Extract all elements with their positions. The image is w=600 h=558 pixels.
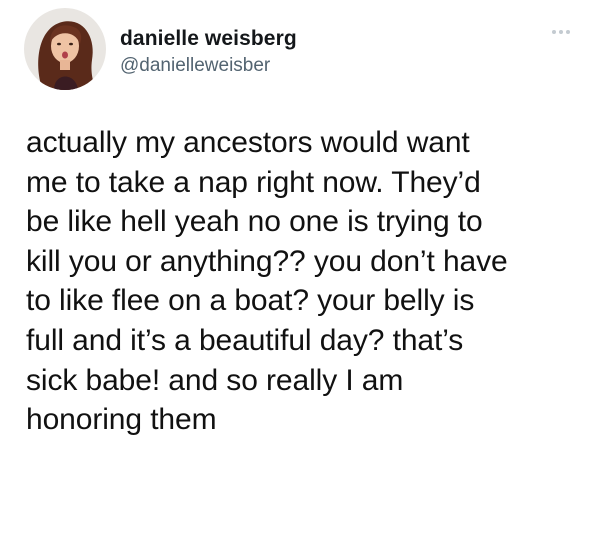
dot <box>559 30 563 34</box>
tweet-text: actually my ancestors would want me to t… <box>26 123 586 440</box>
avatar[interactable] <box>24 8 106 90</box>
tweet-text-line: kill you or anything?? you don’t have <box>26 244 508 278</box>
profile-photo-avatar-icon <box>24 8 106 90</box>
dot <box>552 30 556 34</box>
tweet-text-line: honoring them <box>26 403 217 437</box>
tweet-text-line: actually my ancestors would want <box>26 126 470 159</box>
author-handle[interactable]: @danielleweisber <box>120 53 297 79</box>
author-names: danielle weisberg @danielleweisber <box>120 25 297 79</box>
tweet-card: danielle weisberg @danielleweisber actua… <box>0 0 600 558</box>
dot <box>566 30 570 34</box>
tweet-text-line: be like hell yeah no one is trying to <box>26 205 483 239</box>
tweet-text-line: full and it’s a beautiful day? that’s <box>26 323 464 357</box>
tweet-header: danielle weisberg @danielleweisber <box>24 8 297 90</box>
author-display-name[interactable]: danielle weisberg <box>120 25 297 53</box>
tweet-text-line: sick babe! and so really I am <box>26 363 404 397</box>
tweet-text-line: me to take a nap right now. They’d <box>26 165 481 199</box>
tweet-text-line: to like flee on a boat? your belly is <box>26 284 475 318</box>
more-options-icon[interactable] <box>548 26 574 38</box>
